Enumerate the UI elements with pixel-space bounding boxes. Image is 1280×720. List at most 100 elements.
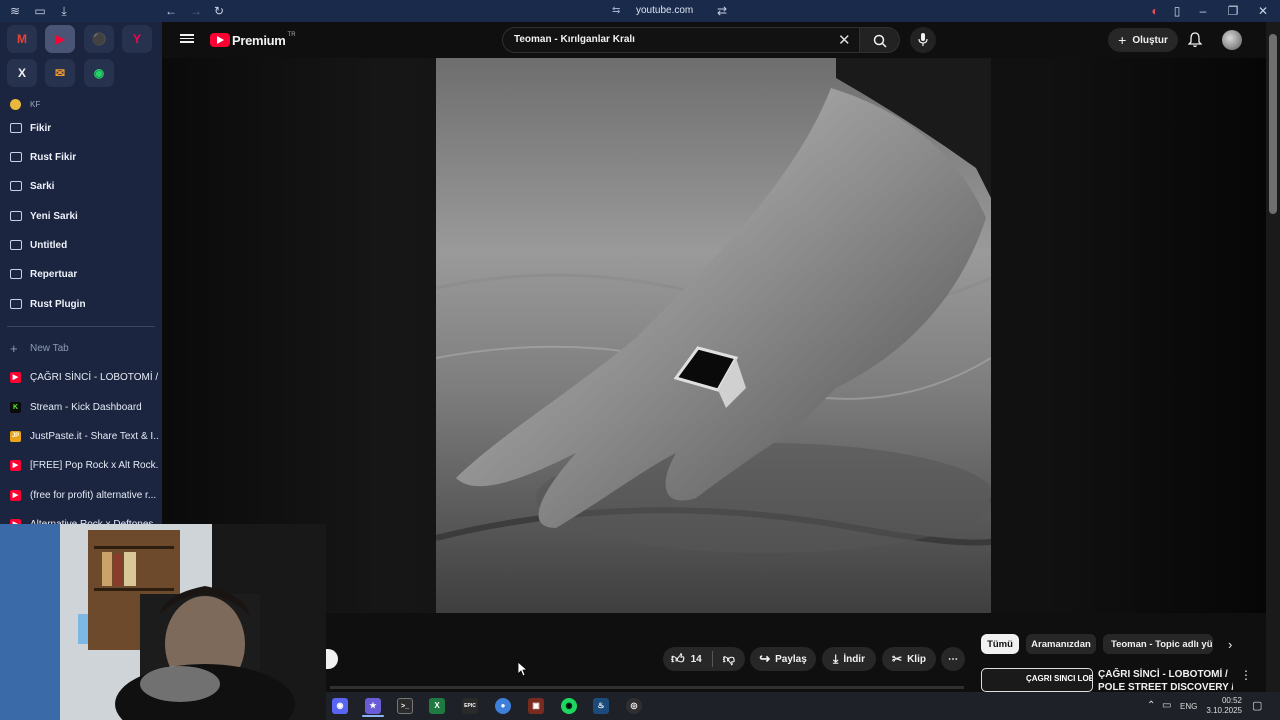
search-input[interactable]: Teoman - Kırılganlar Kralı ✕ bbox=[502, 27, 860, 53]
obs-icon[interactable]: ◎ bbox=[626, 698, 642, 714]
tab-item[interactable]: ▶ (free for profit) alternative r... bbox=[10, 486, 158, 504]
more-vertical-icon[interactable]: ⋮ bbox=[1240, 668, 1252, 682]
subscribe-button-edge[interactable] bbox=[326, 649, 338, 669]
chip-from-search[interactable]: Aramanızdan bbox=[1026, 634, 1096, 654]
folder-item[interactable]: Fikir bbox=[10, 118, 160, 138]
webcam-feed bbox=[0, 524, 326, 720]
like-divider bbox=[711, 651, 713, 667]
next-video-thumbnail[interactable]: ÇAĞRI SİNCİ LOBOTOMİ bbox=[981, 668, 1093, 692]
description-divider bbox=[330, 686, 964, 689]
microphone-icon bbox=[918, 33, 928, 46]
folder-icon bbox=[10, 152, 22, 162]
folder-item[interactable]: Untitled bbox=[10, 235, 160, 255]
folder-item[interactable]: Sarki bbox=[10, 176, 160, 196]
browser-icon[interactable]: ★ bbox=[365, 698, 381, 714]
pinned-gmail[interactable]: M bbox=[7, 25, 37, 53]
folder-item[interactable]: Rust Fikir bbox=[10, 147, 160, 167]
chip-topic[interactable]: Teoman - Topic adlı yük bbox=[1103, 634, 1213, 654]
tab-item[interactable]: ▶ [FREE] Pop Rock x Alt Rock... bbox=[10, 456, 158, 474]
download-button[interactable]: ⤓ İndir bbox=[822, 647, 876, 671]
scissors-icon: ✂ bbox=[892, 652, 903, 666]
tray-overflow-icon[interactable]: ⌃ bbox=[1147, 700, 1155, 711]
tab-item[interactable]: ▶ ÇAĞRI SİNCİ - LOBOTOMİ /... bbox=[10, 368, 158, 386]
pinned-x[interactable]: X bbox=[7, 59, 37, 87]
folder-icon bbox=[10, 269, 22, 279]
download-label: İndir bbox=[843, 653, 865, 665]
account-avatar[interactable] bbox=[1222, 30, 1242, 50]
folder-label: Fikir bbox=[30, 122, 52, 134]
chevron-right-icon[interactable]: › bbox=[1228, 637, 1232, 652]
scrollbar-thumb[interactable] bbox=[1269, 34, 1277, 214]
epic-icon[interactable]: EPIC bbox=[462, 698, 478, 714]
pinned-mail[interactable]: ✉ bbox=[45, 59, 75, 87]
back-icon[interactable]: ← bbox=[164, 4, 178, 18]
next-video-title[interactable]: ÇAĞRI SİNCİ - LOBOTOMİ / POLE STREET DIS… bbox=[1098, 668, 1233, 694]
browser-logo-icon[interactable]: ≋ bbox=[8, 4, 22, 18]
dislike-icon[interactable]: 👎︎ bbox=[723, 652, 735, 667]
new-tab-button[interactable]: + New Tab bbox=[10, 339, 158, 357]
profile-emoji-icon bbox=[10, 98, 21, 110]
steam-icon[interactable]: ♨ bbox=[593, 698, 609, 714]
mouse-cursor-icon bbox=[518, 662, 528, 676]
clock[interactable]: 00:52 3.10.2025 bbox=[1204, 696, 1242, 716]
clip-button[interactable]: ✂ Klip bbox=[882, 647, 936, 671]
whatsapp-icon: ◉ bbox=[93, 66, 105, 80]
youtube-icon: ▶ bbox=[55, 32, 65, 46]
logo-region: TR bbox=[287, 32, 296, 38]
video-player[interactable] bbox=[162, 58, 1266, 613]
reload-icon[interactable]: ↻ bbox=[212, 4, 226, 18]
chip-all[interactable]: Tümü bbox=[981, 634, 1019, 654]
share-label: Paylaş bbox=[775, 653, 807, 665]
pinned-github[interactable]: ⚫ bbox=[84, 25, 114, 53]
tab-item[interactable]: K Stream - Kick Dashboard bbox=[10, 398, 158, 416]
address-bar[interactable]: ⇆ youtube.com bbox=[612, 2, 732, 20]
folder-item[interactable]: Yeni Sarki bbox=[10, 206, 160, 226]
maximize-icon[interactable]: ❐ bbox=[1226, 4, 1240, 18]
tab-label: ÇAĞRI SİNCİ - LOBOTOMİ /... bbox=[30, 371, 158, 383]
discord-icon[interactable]: ◉ bbox=[332, 698, 348, 714]
share-button[interactable]: ↪ Paylaş bbox=[750, 647, 816, 671]
voice-search-button[interactable] bbox=[910, 27, 936, 53]
more-actions-button[interactable]: ⋯ bbox=[941, 647, 965, 671]
search-button[interactable] bbox=[860, 27, 900, 53]
downloads-icon[interactable]: ⤓ bbox=[57, 4, 71, 18]
pinned-youtube[interactable]: ▶ bbox=[45, 25, 75, 53]
folder-icon bbox=[10, 240, 22, 250]
pinned-whatsapp[interactable]: ◉ bbox=[84, 59, 114, 87]
pinned-yahoo[interactable]: Y bbox=[122, 25, 152, 53]
split-view-icon[interactable]: ▯ bbox=[1170, 4, 1184, 18]
youtube-favicon-icon: ▶ bbox=[10, 489, 21, 501]
excel-icon[interactable]: X bbox=[429, 698, 445, 714]
extension-icon[interactable]: ◐ bbox=[1148, 4, 1162, 18]
folder-item[interactable]: Repertuar bbox=[10, 264, 160, 284]
minimize-icon[interactable]: – bbox=[1196, 4, 1210, 18]
yahoo-icon: Y bbox=[132, 32, 141, 46]
site-info-icon[interactable]: ⇆ bbox=[612, 2, 624, 20]
app-icon[interactable]: ● bbox=[495, 698, 511, 714]
sidebar-toggle-icon[interactable]: ▭ bbox=[33, 4, 47, 18]
page-scrollbar[interactable] bbox=[1266, 22, 1280, 692]
terminal-icon[interactable]: >_ bbox=[397, 698, 413, 714]
gmail-icon: M bbox=[17, 32, 27, 46]
notification-center-icon[interactable]: ▢ bbox=[1252, 699, 1262, 712]
profile-label[interactable]: KF bbox=[10, 95, 158, 113]
search-icon bbox=[873, 34, 887, 48]
tab-label: [FREE] Pop Rock x Alt Rock... bbox=[30, 459, 158, 471]
profile-name: KF bbox=[30, 99, 41, 109]
youtube-premium-logo[interactable]: Premium TR bbox=[210, 32, 296, 48]
folder-label: Untitled bbox=[30, 239, 68, 251]
hamburger-menu-icon[interactable] bbox=[180, 32, 194, 46]
tab-item[interactable]: JP JustPaste.it - Share Text & I... bbox=[10, 427, 158, 445]
page-settings-icon[interactable]: ⇄ bbox=[715, 4, 729, 18]
notifications-bell-icon[interactable] bbox=[1188, 32, 1202, 48]
language-indicator[interactable]: ENG bbox=[1180, 702, 1197, 711]
folder-item[interactable]: Rust Plugin bbox=[10, 294, 160, 314]
forward-icon[interactable]: → bbox=[189, 4, 203, 18]
like-icon[interactable]: 👍︎ bbox=[671, 651, 685, 667]
spotify-icon[interactable]: ◉ bbox=[561, 698, 577, 714]
network-icon[interactable]: ▭ bbox=[1162, 700, 1171, 711]
create-button[interactable]: + Oluştur bbox=[1108, 28, 1178, 52]
game-icon[interactable]: ▣ bbox=[528, 698, 544, 714]
clear-search-icon[interactable]: ✕ bbox=[838, 31, 851, 49]
close-window-icon[interactable]: ✕ bbox=[1256, 4, 1270, 18]
